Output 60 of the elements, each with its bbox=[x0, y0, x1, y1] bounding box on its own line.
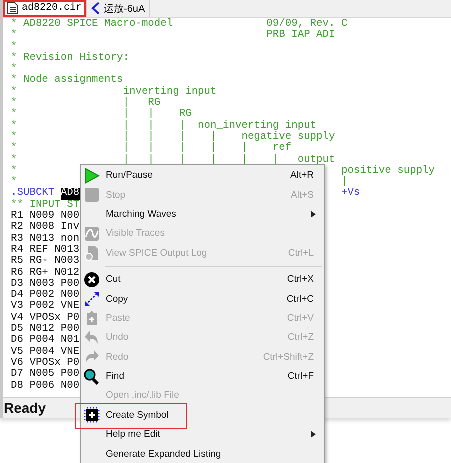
code-text: V3 P002 VNE bbox=[11, 301, 80, 313]
search-icon bbox=[84, 368, 100, 385]
code-text: * bbox=[11, 42, 18, 53]
code-text: * Revision History: bbox=[11, 52, 130, 64]
code-text: * bbox=[11, 64, 18, 76]
code-text: R4 REF N013 bbox=[11, 244, 80, 256]
code-text: | bbox=[342, 177, 348, 188]
menu-item[interactable]: Copy Ctrl+C bbox=[81, 289, 324, 309]
undo-icon bbox=[84, 330, 100, 346]
code-text: D5 N012 P00 bbox=[11, 324, 80, 336]
menu-item[interactable]: Marching Waves bbox=[81, 204, 324, 224]
document-icon bbox=[84, 245, 100, 262]
chip-icon bbox=[84, 407, 100, 424]
code-text: positive supply bbox=[342, 166, 436, 177]
code-text: V6 VPOSx P0 bbox=[11, 358, 80, 369]
code-text: D7 N005 P00 bbox=[11, 369, 80, 380]
wave-icon bbox=[84, 226, 100, 242]
menu-item[interactable]: Run/Pause Alt+R bbox=[81, 166, 324, 186]
code-text: D4 P002 N00 bbox=[11, 290, 80, 302]
code-text: * | | RG bbox=[11, 109, 192, 120]
paste-icon bbox=[84, 310, 100, 326]
play-icon bbox=[84, 168, 100, 184]
code-text: R2 N008 Inv bbox=[11, 222, 80, 234]
menu-item[interactable]: Find Ctrl+F bbox=[81, 366, 324, 386]
document-icon bbox=[7, 2, 19, 15]
code-text: * | | | non_inverting input bbox=[11, 120, 317, 132]
code-text: .SUBCKT bbox=[11, 188, 55, 200]
code-text: R6 RG+ N012 bbox=[11, 268, 80, 279]
code-text: R3 N013 non bbox=[11, 234, 80, 245]
code-text: V4 VPOSx P0 bbox=[11, 312, 80, 324]
code-text: * Node assignments bbox=[11, 75, 124, 86]
selected-text: AD8 bbox=[60, 188, 80, 200]
code-text: R5 RG- N003 bbox=[11, 256, 80, 268]
code-text: D6 P004 N01 bbox=[11, 335, 80, 347]
code-text: * | RG bbox=[11, 98, 161, 110]
code-text: * PRB IAP ADI bbox=[11, 30, 336, 42]
menu-item[interactable]: Generate Expanded Listing bbox=[81, 444, 324, 463]
cut-icon bbox=[84, 272, 100, 288]
menu-item[interactable]: Cut Ctrl+X bbox=[81, 270, 324, 290]
code-text: +Vs bbox=[342, 188, 360, 200]
menu-item[interactable]: Help me Edit bbox=[81, 425, 324, 444]
copy-icon bbox=[84, 291, 100, 308]
file-tab[interactable]: ad8220.cir bbox=[3, 0, 88, 17]
code-text: ** INPUT ST bbox=[11, 200, 80, 211]
menu-item[interactable]: Create Symbol bbox=[81, 406, 324, 426]
code-text: R1 N009 N00 bbox=[11, 211, 80, 222]
code-text: * | | | | | ref bbox=[11, 143, 292, 154]
code-text: * | | | | negative supply bbox=[11, 132, 336, 143]
code-text: * AD8220 SPICE Macro-model 09/09, Rev. C bbox=[11, 19, 348, 30]
schematic-icon bbox=[91, 2, 102, 15]
code-text: * inverting input bbox=[11, 86, 217, 98]
code-text: D8 P006 N00 bbox=[11, 380, 80, 392]
stop-icon bbox=[84, 187, 100, 204]
code-text: D3 N003 P00 bbox=[11, 278, 80, 290]
code-text: V5 P004 VNE bbox=[11, 346, 80, 358]
code-text: * | | | | | | output bbox=[11, 154, 336, 166]
redo-icon bbox=[84, 349, 100, 366]
code-text: * bbox=[11, 177, 18, 188]
code-text: * bbox=[11, 166, 18, 177]
status-text: Ready bbox=[4, 400, 46, 416]
